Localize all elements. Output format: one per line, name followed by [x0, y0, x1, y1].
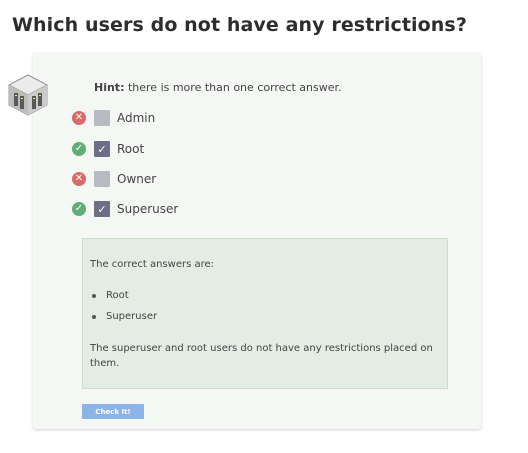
correct-answer-icon: ✓ — [72, 202, 86, 216]
feedback-box: The correct answers are: Root Superuser … — [82, 238, 448, 389]
option-label: Root — [117, 142, 145, 156]
checkbox-root[interactable]: ✓ — [94, 141, 110, 157]
option-superuser[interactable]: ✓ ✓ Superuser — [72, 199, 178, 219]
checkbox-admin[interactable] — [94, 110, 110, 126]
server-room-icon — [7, 74, 49, 116]
list-item: Root — [90, 285, 157, 306]
correct-answer-icon: ✓ — [72, 142, 86, 156]
checkbox-owner[interactable] — [94, 171, 110, 187]
hint-label: Hint: — [94, 81, 125, 94]
correct-answers-list: Root Superuser — [90, 285, 157, 327]
feedback-explanation: The superuser and root users do not have… — [90, 343, 433, 369]
wrong-answer-icon: ✕ — [72, 172, 86, 186]
option-root[interactable]: ✓ ✓ Root — [72, 139, 144, 159]
checkmark-icon: ✓ — [97, 142, 107, 156]
list-item: Superuser — [90, 306, 157, 327]
hint-body: there is more than one correct answer. — [124, 81, 342, 94]
option-admin[interactable]: ✕ Admin — [72, 108, 155, 128]
hint-text: Hint: there is more than one correct ans… — [94, 81, 342, 94]
option-label: Owner — [117, 172, 157, 186]
check-it-button[interactable]: Check It! — [82, 404, 144, 419]
option-owner[interactable]: ✕ Owner — [72, 169, 156, 189]
option-label: Superuser — [117, 202, 179, 216]
checkmark-icon: ✓ — [97, 202, 107, 216]
option-label: Admin — [117, 111, 156, 125]
question-title: Which users do not have any restrictions… — [12, 14, 467, 36]
feedback-intro: The correct answers are: — [90, 259, 215, 270]
checkbox-superuser[interactable]: ✓ — [94, 201, 110, 217]
wrong-answer-icon: ✕ — [72, 111, 86, 125]
